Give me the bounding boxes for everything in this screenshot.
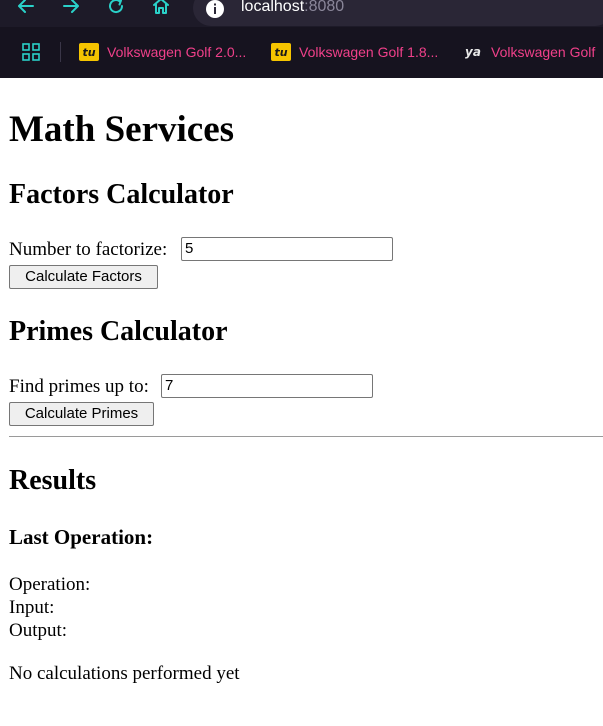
bookmark-label: Volkswagen Golf 2.0... [107,44,247,60]
tu-favicon-icon: tu [271,43,291,61]
calculate-factors-button[interactable]: Calculate Factors [9,265,158,289]
primes-heading: Primes Calculator [9,316,228,347]
browser-chrome: localhost:8080 tu Volkswagen Golf 2.0...… [0,0,603,78]
last-operation-heading: Last Operation: [9,525,154,549]
output-label: Output: [9,620,68,641]
ya-favicon-icon: ya [465,45,481,59]
forward-arrow-icon[interactable] [60,0,82,17]
apps-grid-icon[interactable] [22,43,40,61]
factors-heading: Factors Calculator [9,179,234,210]
results-status: No calculations performed yet [9,663,240,684]
url-text[interactable]: localhost:8080 [241,0,344,18]
url-port: :8080 [304,0,345,15]
section-divider [9,436,603,437]
factors-label: Number to factorize: [9,239,168,260]
results-heading: Results [9,465,97,496]
bookmark-item[interactable]: tu Volkswagen Golf 2.0... [79,40,246,64]
bookmark-item[interactable]: ya Volkswagen Golf [463,40,595,64]
bookmarks-bar: tu Volkswagen Golf 2.0... tu Volkswagen … [0,27,603,78]
bookmark-item[interactable]: tu Volkswagen Golf 1.8... [271,40,438,64]
back-arrow-icon[interactable] [15,0,37,17]
home-icon[interactable] [150,0,172,17]
factors-number-input[interactable]: 5 [181,237,393,261]
page-title: Math Services [9,109,235,150]
bookmark-label: Volkswagen Golf [491,44,596,60]
browser-toolbar: localhost:8080 [0,0,603,27]
operation-label: Operation: [9,574,91,595]
primes-label: Find primes up to: [9,376,149,397]
input-label: Input: [9,597,55,618]
site-info-icon[interactable] [204,0,226,20]
primes-limit-input[interactable]: 7 [161,374,373,398]
url-host: localhost [241,0,305,15]
reload-icon[interactable] [105,0,127,17]
page-content: Math Services Factors Calculator Number … [0,78,603,726]
bookmark-label: Volkswagen Golf 1.8... [299,44,439,60]
tu-favicon-icon: tu [79,43,99,61]
bookmarks-divider [60,42,61,62]
calculate-primes-button[interactable]: Calculate Primes [9,402,154,426]
